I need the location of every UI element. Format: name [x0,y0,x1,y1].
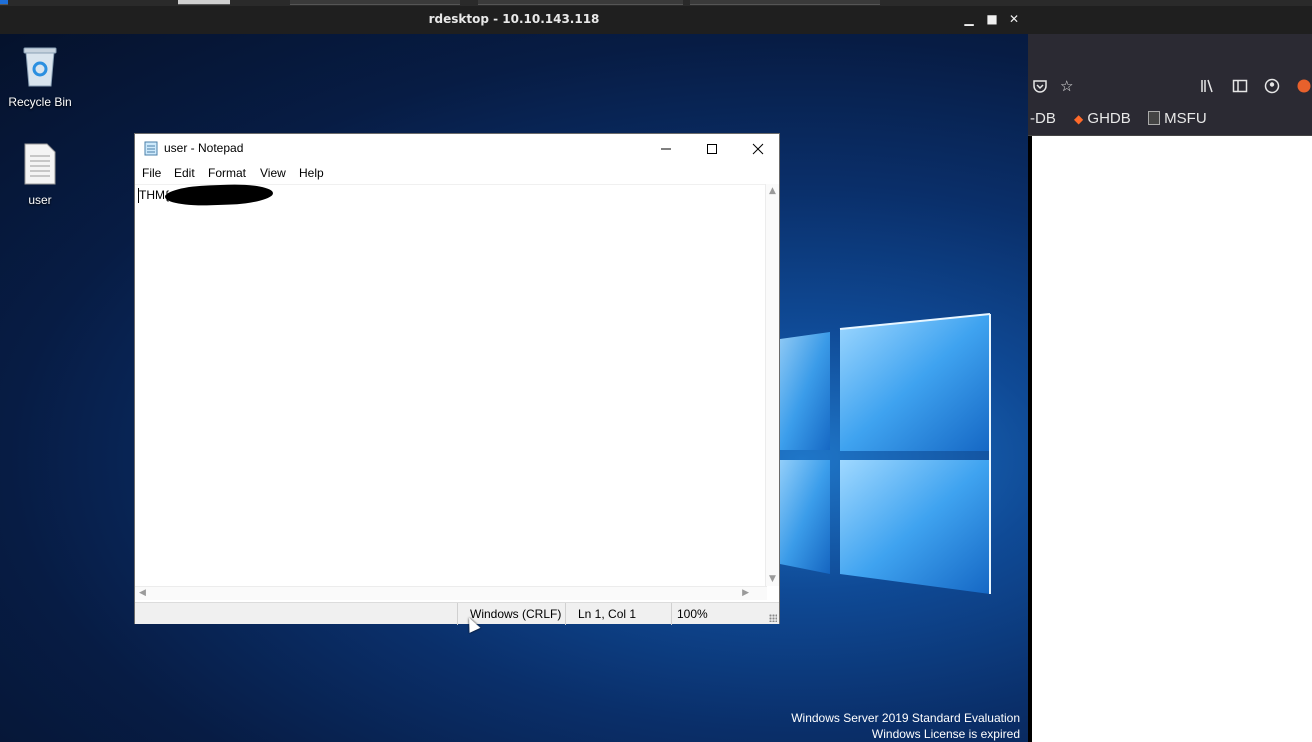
rdesktop-title: rdesktop - 10.10.143.118 [428,12,600,26]
notepad-window[interactable]: user - Notepad File Edit Format View Hel… [134,133,780,625]
bookmark-msfu[interactable]: MSFU [1148,110,1207,127]
host-browser-window[interactable]: ☆ -DB ◆ GHDB MSFU [1028,6,1312,742]
windows-logo-wallpaper [780,313,991,594]
scroll-up-arrow-icon[interactable]: ▲ [769,186,776,196]
menu-help[interactable]: Help [299,166,324,180]
scroll-down-arrow-icon[interactable]: ▼ [769,574,776,584]
maximize-button[interactable]: ■ [983,10,1001,28]
window-title: user - Notepad [164,141,244,155]
watermark-edition: Windows Server 2019 Standard Evaluation [791,711,1020,725]
close-icon [752,143,764,154]
menu-format[interactable]: Format [208,166,246,180]
pocket-icon[interactable] [1032,78,1048,98]
menu-view[interactable]: View [260,166,286,180]
notepad-titlebar[interactable]: user - Notepad [135,134,779,163]
menu-file[interactable]: File [142,166,161,180]
close-button[interactable]: ✕ [1005,10,1023,28]
remote-desktop[interactable]: Recycle Bin user user - Notepad File Edi… [0,34,1028,742]
close-button[interactable] [735,134,781,163]
minimize-button[interactable]: ▁ [960,10,978,28]
host-tab[interactable] [690,0,880,5]
host-tab[interactable] [478,0,683,5]
maximize-icon [707,143,717,154]
desktop-icon-user[interactable]: user [0,142,80,207]
minimize-icon [661,148,671,149]
recycle-bin-icon [23,47,57,87]
sidebar-icon[interactable] [1232,78,1248,98]
text-editor[interactable]: THM{ [135,183,767,586]
bookmark-ghdb[interactable]: ◆ GHDB [1074,110,1131,127]
resize-grip-icon[interactable] [769,614,777,622]
library-icon[interactable] [1200,78,1216,98]
bookmark-label: MSFU [1164,110,1207,127]
watermark-license: Windows License is expired [871,727,1020,741]
status-zoom: 100% [671,603,771,625]
msfu-icon [1148,111,1160,125]
bookmark-exploit-db[interactable]: -DB [1030,110,1056,127]
menu-edit[interactable]: Edit [174,166,195,180]
notepad-icon [144,141,158,156]
rdesktop-titlebar[interactable]: rdesktop - 10.10.143.118 ▁ ■ ✕ [0,6,1028,34]
minimize-button[interactable] [643,134,689,163]
scroll-left-arrow-icon[interactable]: ◀ [139,588,146,598]
extension-icon[interactable] [1296,78,1312,98]
scroll-right-arrow-icon[interactable]: ▶ [742,588,749,598]
redaction-mark [164,183,274,207]
account-icon[interactable] [1264,78,1280,98]
bookmark-label: GHDB [1087,110,1131,127]
windows-watermark: Windows Server 2019 Standard Evaluation … [791,710,1020,742]
desktop-icon-label: user [28,193,52,207]
vertical-scrollbar[interactable]: ▲ ▼ [765,184,779,586]
host-tab[interactable] [178,0,230,5]
host-tab[interactable] [0,0,8,5]
status-bar: Windows (CRLF) Ln 1, Col 1 100% [135,602,779,625]
browser-toolbar: ☆ [1028,34,1312,104]
desktop-icon-recycle-bin[interactable]: Recycle Bin [0,42,80,109]
host-tab[interactable] [290,0,460,5]
desktop-icon-label: Recycle Bin [8,95,72,109]
status-cursor-position: Ln 1, Col 1 [565,603,671,625]
horizontal-scrollbar[interactable]: ◀ ▶ [135,586,767,600]
browser-titlebar[interactable] [1028,6,1312,34]
bookmark-star-icon[interactable]: ☆ [1060,77,1073,95]
text-file-icon [24,143,56,185]
ghdb-icon: ◆ [1074,112,1084,126]
maximize-button[interactable] [689,134,735,163]
menu-bar: File Edit Format View Help [135,163,779,183]
